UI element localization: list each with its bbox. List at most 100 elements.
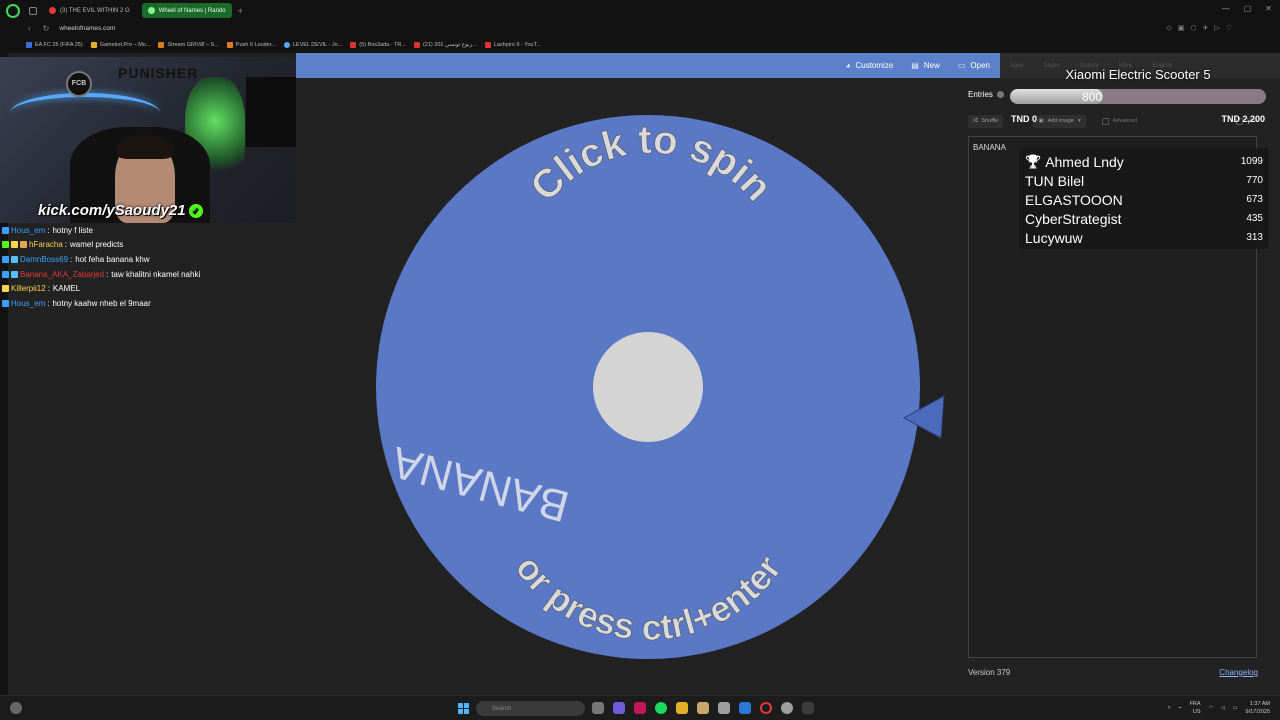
- browser-tab-active[interactable]: Wheel of Names | Rando: [141, 3, 232, 18]
- battery-icon[interactable]: ▭: [1233, 705, 1238, 711]
- wheel-svg[interactable]: Click to spin or press ctrl+enter BANANA: [296, 78, 956, 695]
- calculator-icon[interactable]: [718, 702, 730, 714]
- discord-icon[interactable]: [613, 702, 625, 714]
- close-icon[interactable]: ✕: [1265, 4, 1272, 13]
- opera-gx-logo-icon[interactable]: [6, 3, 20, 18]
- open-label: Open: [970, 61, 990, 70]
- entries-tab-label: Entries: [968, 90, 993, 99]
- donation-goal-overlay: Xiaomi Electric Scooter 5 800 TND 0 TND …: [1000, 53, 1280, 124]
- bookmark-item[interactable]: Lashpiro 9 - YouT...: [484, 41, 541, 48]
- vpn-icon[interactable]: ✈: [1202, 24, 1208, 32]
- bookmark-item[interactable]: (5) Bos3ada - TR...: [350, 41, 406, 48]
- chat-message: Banana_AKA_Zabarjed : taw khalitni nkamel…: [2, 267, 292, 282]
- minimize-icon[interactable]: —: [1222, 4, 1230, 13]
- chat-badge-icon: [2, 226, 9, 234]
- taskbar-clock[interactable]: 1:37 AM 9/17/2025: [1246, 700, 1270, 716]
- windows-start-icon[interactable]: [458, 703, 469, 714]
- add-image-button[interactable]: ▣ Add image ▾: [1033, 114, 1086, 128]
- leaderboard-name-cell: TUN Bilel: [1025, 173, 1084, 189]
- goal-progress-bar: [1010, 89, 1266, 104]
- bookmark-item[interactable]: Stream GRIVØ – S...: [158, 41, 219, 48]
- steam-icon[interactable]: [802, 702, 814, 714]
- version-label: Version 379: [968, 668, 1011, 677]
- chat-separator: :: [47, 225, 50, 235]
- tab-overview-icon[interactable]: [29, 6, 37, 15]
- settings-gear-icon[interactable]: [781, 702, 793, 714]
- goal-title: Xiaomi Electric Scooter 5: [1065, 67, 1211, 82]
- tab-label: (3) THE EVIL WITHIN 2 G: [60, 7, 130, 14]
- shuffle-button[interactable]: ⤮ Shuffle: [968, 114, 1004, 128]
- address-bar: ‹ ↻ wheelofnames.com ◇ ▣ ⬡ ✈ ▷ ♡: [0, 21, 1280, 36]
- taskbar-search[interactable]: Search: [476, 701, 585, 716]
- browser-tab[interactable]: (3) THE EVIL WITHIN 2 G: [43, 3, 136, 18]
- bookmark-item[interactable]: LEVEL DEVIL - Jo...: [283, 41, 342, 48]
- add-image-label: Add image: [1047, 118, 1074, 124]
- bookmark-label: Push It Louder...: [235, 41, 276, 48]
- tab-entries[interactable]: Entries: [968, 90, 1004, 99]
- chat-username: Banana_AKA_Zabarjed: [20, 269, 105, 279]
- chat-badge-icon: [2, 285, 9, 293]
- leaderboard-score: 313: [1246, 232, 1263, 243]
- chat-message: hFaracha : wamel predicts: [2, 238, 292, 253]
- notepad-icon[interactable]: [697, 702, 709, 714]
- leaderboard-row: CyberStrategist 435: [1025, 209, 1263, 228]
- task-view-icon[interactable]: [592, 702, 604, 714]
- reload-icon[interactable]: ↻: [43, 24, 50, 33]
- snapshot-icon[interactable]: ▣: [1178, 24, 1185, 32]
- leaderboard-overlay: 🏆 Ahmed Lndy 1099 TUN Bilel 770 ELGASTOOON 673…: [1019, 148, 1269, 249]
- language-indicator[interactable]: FRA US: [1190, 700, 1201, 716]
- channel-handle: kick.com/ySaoudy21 ✓: [38, 202, 203, 219]
- heart-icon[interactable]: ♡: [1226, 24, 1232, 32]
- chat-badge-icon: [11, 241, 18, 249]
- next-app-icon[interactable]: [634, 702, 646, 714]
- extension-icon[interactable]: ⬡: [1190, 24, 1196, 32]
- bookmark-icon[interactable]: ◇: [1166, 24, 1171, 32]
- wifi-icon[interactable]: ◠: [1209, 705, 1213, 711]
- bookmark-item[interactable]: (21) ربوع تونسي 201...: [413, 41, 477, 48]
- changelog-link[interactable]: Changelog: [1219, 668, 1258, 677]
- bookmark-label: (5) Bos3ada - TR...: [359, 41, 406, 48]
- file-explorer-icon[interactable]: [676, 702, 688, 714]
- opera-gx-icon[interactable]: [760, 702, 772, 714]
- bookmark-item[interactable]: Push It Louder...: [226, 41, 276, 48]
- chat-separator: :: [70, 254, 73, 264]
- top-navbar: ◕ Customize ▤ New ▭ Open: [296, 53, 1000, 78]
- webcam-overlay: FCB PUNISHER kick.com/ySaoudy21 ✓: [0, 57, 296, 223]
- url-field[interactable]: wheelofnames.com: [59, 25, 115, 32]
- maximize-icon[interactable]: ▢: [1244, 4, 1252, 13]
- open-button[interactable]: ▭ Open: [958, 61, 990, 70]
- wheel-center-hub[interactable]: [593, 332, 703, 442]
- advanced-checkbox[interactable]: [1101, 117, 1109, 125]
- chat-badge-icon: [2, 255, 9, 263]
- new-tab-icon[interactable]: +: [238, 6, 243, 16]
- leaderboard-name: ELGASTOOON: [1025, 191, 1123, 208]
- channel-handle-text: kick.com/ySaoudy21: [38, 202, 186, 219]
- chat-separator: :: [47, 284, 50, 294]
- player-icon[interactable]: ▷: [1214, 24, 1219, 32]
- chat-separator: :: [64, 240, 68, 250]
- bookmark-item[interactable]: Gamekot.Pro – Mo...: [90, 41, 150, 48]
- bookmark-favicon-icon: [26, 41, 32, 48]
- chat-username: Killerpii12: [11, 284, 46, 294]
- spotify-icon[interactable]: [655, 702, 667, 714]
- lang-label: FRA: [1189, 701, 1201, 707]
- leaderboard-name-cell: CyberStrategist: [1025, 211, 1121, 227]
- volume-icon[interactable]: ◁: [1221, 705, 1225, 711]
- youtube-icon: [49, 7, 56, 14]
- shuffle-icon: ⤮: [973, 117, 978, 124]
- back-icon[interactable]: ‹: [28, 24, 31, 33]
- bookmark-item[interactable]: EA FC 25 (FIFA 25): [26, 41, 83, 48]
- new-button[interactable]: ▤ New: [911, 61, 940, 70]
- youtube-icon: [413, 41, 420, 48]
- outlook-icon[interactable]: [739, 702, 751, 714]
- leaderboard-row: TUN Bilel 770: [1025, 171, 1263, 190]
- widgets-icon[interactable]: [10, 702, 22, 714]
- image-icon: ▣: [1038, 118, 1044, 124]
- network-icon[interactable]: ⌁: [1179, 705, 1182, 711]
- leaderboard-name: Lucywuw: [1025, 229, 1083, 246]
- chevron-up-icon[interactable]: ˄: [1168, 705, 1171, 711]
- customize-button[interactable]: ◕ Customize: [846, 61, 894, 70]
- advanced-toggle[interactable]: Advanced: [1101, 117, 1137, 125]
- webcam-monitor: [246, 77, 296, 147]
- chat-message-text: hot feha banana khw: [75, 254, 150, 264]
